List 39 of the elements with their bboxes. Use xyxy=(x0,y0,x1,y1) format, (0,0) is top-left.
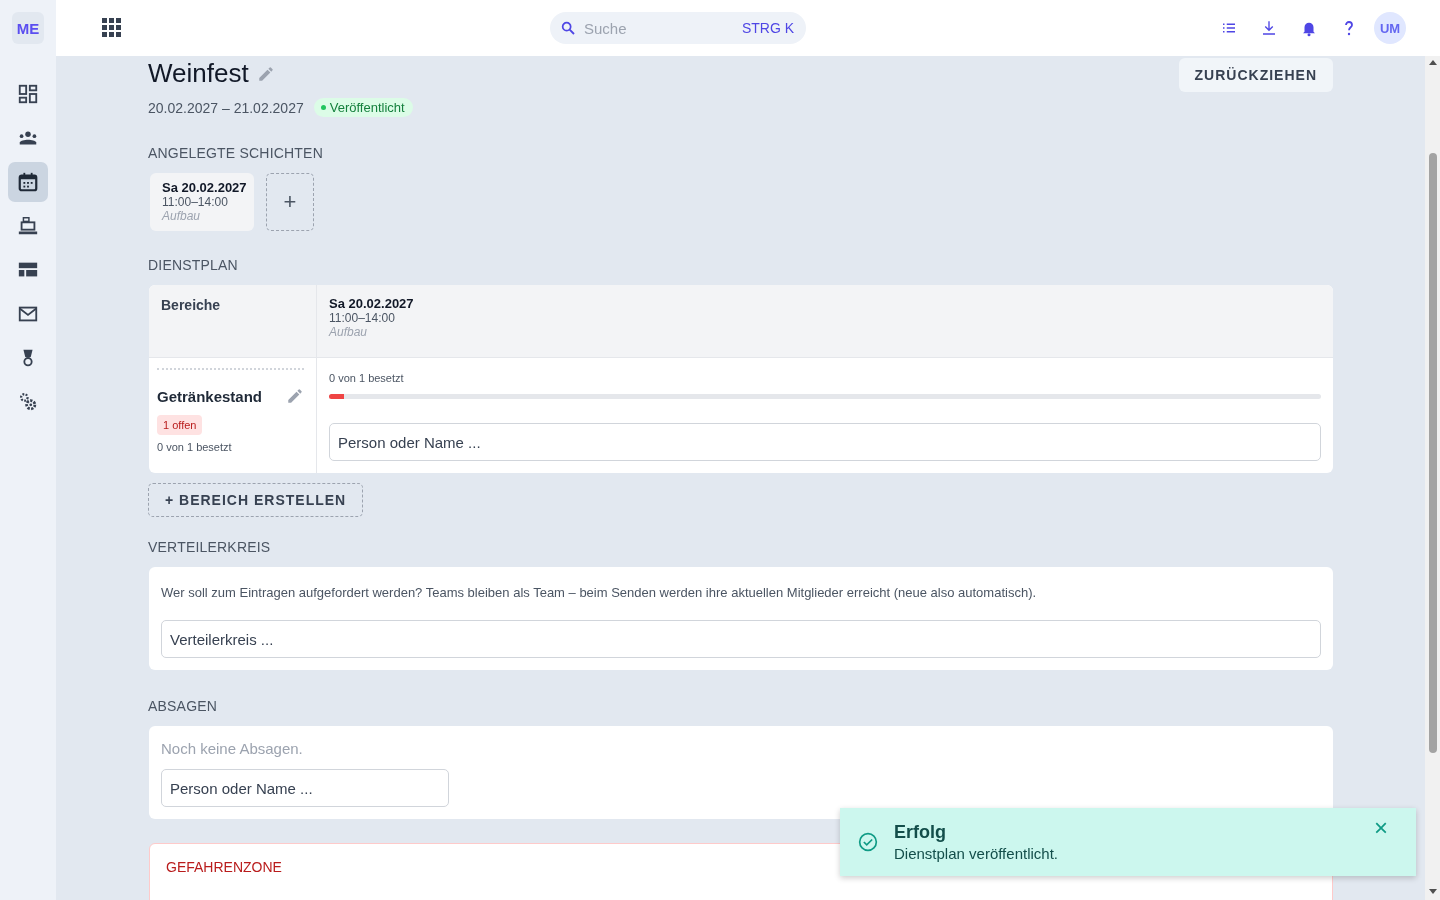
occupancy-text: 0 von 1 besetzt xyxy=(329,372,405,384)
section-heading: ANGELEGTE SCHICHTEN xyxy=(148,145,324,161)
app-logo[interactable]: ME xyxy=(12,12,44,44)
person-input-field[interactable]: Person oder Name ... xyxy=(161,769,449,807)
date-range: 20.02.2027 – 21.02.2027 xyxy=(148,99,304,116)
section-heading: DIENSTPLAN xyxy=(148,257,239,273)
calendar-icon xyxy=(17,171,39,193)
user-avatar[interactable]: UM xyxy=(1374,12,1406,44)
occupancy-text: 0 von 1 besetzt xyxy=(157,441,233,453)
empty-text: Noch keine Absagen. xyxy=(161,740,304,757)
dashboard-icon xyxy=(17,83,39,105)
section-heading: VERTEILERKREIS xyxy=(148,539,272,555)
search-bar[interactable]: Suche STRG K xyxy=(550,12,806,44)
drag-handle[interactable] xyxy=(157,368,304,373)
area-name: Getränkestand xyxy=(157,387,263,405)
danger-heading: GEFAHRENZONE xyxy=(166,859,282,875)
toast-title: Erfolg xyxy=(894,822,947,843)
withdraw-button[interactable]: ZURÜCKZIEHEN xyxy=(1178,58,1333,92)
toast-message: Dienstplan veröffentlicht. xyxy=(894,845,1058,862)
column-header: Bereiche xyxy=(161,297,221,313)
distribution-input-field[interactable]: Verteilerkreis ... xyxy=(161,620,1321,658)
section-heading: ABSAGEN xyxy=(148,698,219,714)
sidebar-item[interactable] xyxy=(8,162,48,202)
search-input[interactable]: Suche xyxy=(582,18,742,38)
shortcut-hint: STRG K xyxy=(741,20,794,36)
status-badge: Veröffentlicht xyxy=(313,98,413,117)
scrollbar[interactable] xyxy=(1425,56,1440,900)
add-shift-button[interactable]: + xyxy=(266,173,314,231)
open-badge: 1 offen xyxy=(157,415,203,435)
search-icon xyxy=(560,20,576,36)
apps-grid-icon[interactable] xyxy=(102,18,122,38)
create-area-button[interactable]: + BEREICH ERSTELLEN xyxy=(148,483,364,517)
shift-card[interactable]: Sa 20.02.2027 11:00–14:00 Aufbau xyxy=(150,173,254,231)
hint-text: Wer soll zum Eintragen aufgefordert werden? Teams bleiben als Team – beim Senden werden ihre aktuellen Mitglieder erreicht (neue also automatisch). xyxy=(161,585,1038,600)
download-icon[interactable] xyxy=(1260,19,1278,37)
column-header: Sa 20.02.2027 11:00–14:00 Aufbau xyxy=(327,295,415,341)
page-title: Weinfest xyxy=(148,58,249,89)
check-circle-icon xyxy=(858,832,878,852)
person-input-field[interactable]: Person oder Name ... xyxy=(329,423,1321,461)
